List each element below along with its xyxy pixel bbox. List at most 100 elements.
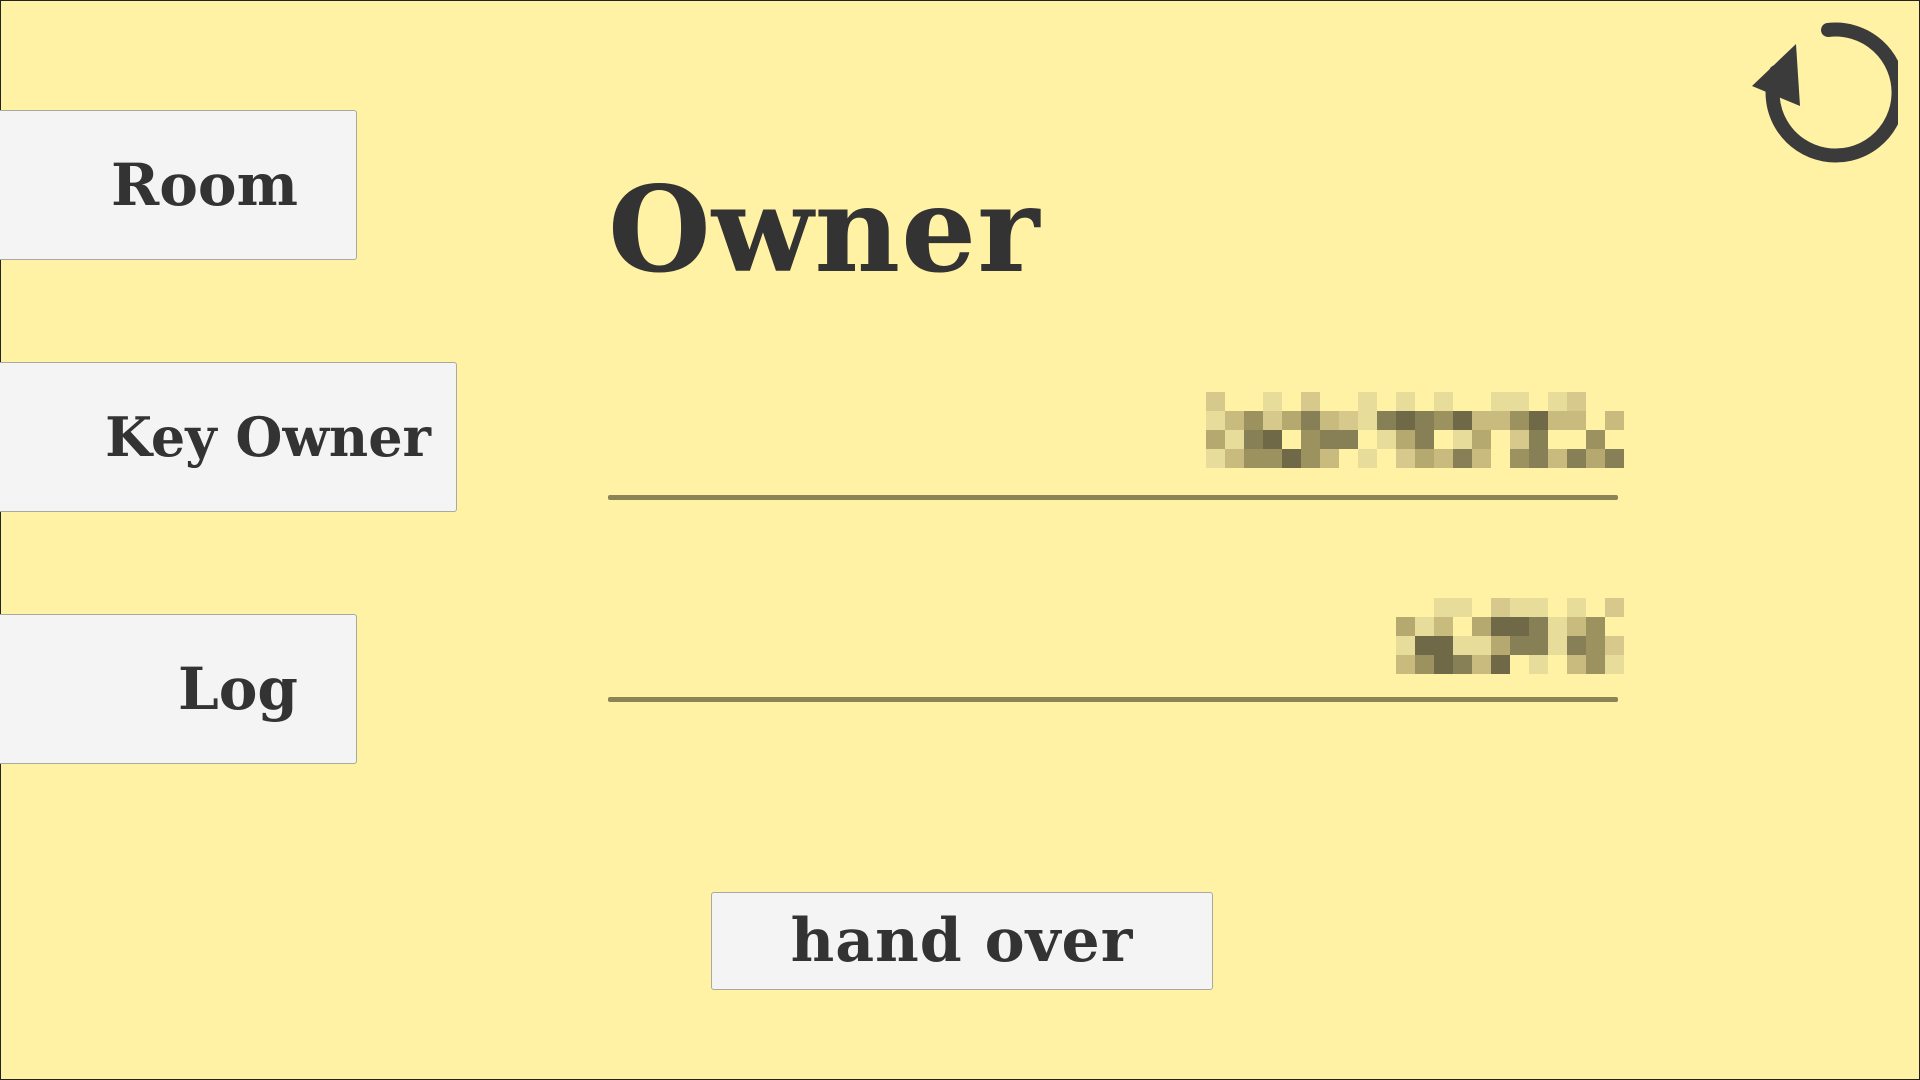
pixel-block	[1605, 430, 1624, 449]
nav-room-label: Room	[111, 151, 298, 219]
pixel-block	[1434, 655, 1453, 674]
nav-room-button[interactable]: Room	[0, 110, 357, 260]
pixel-block	[1567, 392, 1586, 411]
pixel-block	[1206, 449, 1225, 468]
pixel-block	[1605, 655, 1624, 674]
pixel-block	[1548, 449, 1567, 468]
pixel-block	[1510, 598, 1529, 617]
redacted-owner-detail	[1396, 598, 1624, 674]
pixel-block	[1586, 617, 1605, 636]
pixel-block	[1567, 617, 1586, 636]
pixel-block	[1529, 598, 1548, 617]
page-title: Owner	[608, 160, 1041, 299]
pixel-block	[1529, 617, 1548, 636]
hand-over-button[interactable]: hand over	[711, 892, 1213, 990]
pixel-block	[1491, 655, 1510, 674]
pixel-block	[1396, 430, 1415, 449]
pixel-block	[1358, 392, 1377, 411]
pixel-block	[1567, 655, 1586, 674]
pixel-block	[1453, 636, 1472, 655]
pixel-block	[1472, 655, 1491, 674]
pixel-block	[1244, 392, 1263, 411]
pixel-block	[1339, 392, 1358, 411]
pixel-block	[1225, 392, 1244, 411]
pixel-block	[1301, 411, 1320, 430]
pixel-block	[1510, 449, 1529, 468]
pixel-block	[1377, 430, 1396, 449]
pixel-block	[1320, 449, 1339, 468]
pixel-block	[1567, 430, 1586, 449]
pixel-block	[1548, 598, 1567, 617]
pixel-block	[1415, 449, 1434, 468]
pixel-block	[1339, 430, 1358, 449]
pixel-block	[1415, 655, 1434, 674]
pixel-block	[1567, 449, 1586, 468]
pixel-block	[1472, 598, 1491, 617]
pixel-block	[1453, 449, 1472, 468]
pixel-block	[1529, 430, 1548, 449]
pixel-block	[1396, 449, 1415, 468]
pixel-block	[1586, 636, 1605, 655]
pixel-block	[1472, 449, 1491, 468]
nav-log-label: Log	[177, 655, 298, 723]
pixel-block	[1244, 449, 1263, 468]
pixel-block	[1434, 636, 1453, 655]
pixel-block	[1567, 598, 1586, 617]
pixel-block	[1548, 392, 1567, 411]
pixel-block	[1605, 392, 1624, 411]
pixel-block	[1586, 449, 1605, 468]
pixel-block	[1567, 636, 1586, 655]
owner-detail-field[interactable]	[608, 598, 1624, 702]
pixel-block	[1567, 411, 1586, 430]
pixel-block	[1377, 411, 1396, 430]
pixel-block	[1225, 430, 1244, 449]
pixel-block	[1453, 430, 1472, 449]
pixel-block	[1415, 598, 1434, 617]
redacted-owner-name	[1206, 392, 1624, 468]
pixel-block	[1548, 411, 1567, 430]
pixel-block	[1206, 430, 1225, 449]
pixel-block	[1301, 392, 1320, 411]
pixel-block	[1510, 392, 1529, 411]
pixel-block	[1377, 449, 1396, 468]
pixel-block	[1472, 411, 1491, 430]
pixel-block	[1206, 411, 1225, 430]
pixel-block	[1586, 655, 1605, 674]
pixel-block	[1586, 598, 1605, 617]
pixel-block	[1282, 430, 1301, 449]
pixel-block	[1396, 617, 1415, 636]
pixel-block	[1301, 449, 1320, 468]
pixel-block	[1491, 430, 1510, 449]
pixel-block	[1491, 392, 1510, 411]
pixel-block	[1453, 655, 1472, 674]
pixel-block	[1605, 411, 1624, 430]
pixel-block	[1510, 655, 1529, 674]
pixel-block	[1453, 617, 1472, 636]
pixel-block	[1415, 636, 1434, 655]
pixel-block	[1453, 598, 1472, 617]
pixel-block	[1415, 617, 1434, 636]
pixel-block	[1434, 617, 1453, 636]
pixel-block	[1434, 392, 1453, 411]
owner-name-field[interactable]	[608, 392, 1624, 500]
pixel-block	[1415, 392, 1434, 411]
pixel-block	[1282, 392, 1301, 411]
pixel-block	[1396, 636, 1415, 655]
pixel-block	[1320, 411, 1339, 430]
pixel-block	[1548, 636, 1567, 655]
pixel-block	[1339, 411, 1358, 430]
pixel-block	[1472, 617, 1491, 636]
pixel-block	[1453, 392, 1472, 411]
pixel-block	[1605, 617, 1624, 636]
nav-key-owner-label: Key Owner	[105, 405, 431, 469]
nav-key-owner-button[interactable]: Key Owner	[0, 362, 457, 512]
pixel-block	[1282, 411, 1301, 430]
pixel-block	[1491, 598, 1510, 617]
pixel-block	[1605, 598, 1624, 617]
refresh-icon[interactable]	[1738, 10, 1906, 170]
pixel-block	[1434, 598, 1453, 617]
pixel-block	[1472, 392, 1491, 411]
pixel-block	[1586, 430, 1605, 449]
nav-log-button[interactable]: Log	[0, 614, 357, 764]
pixel-block	[1529, 411, 1548, 430]
